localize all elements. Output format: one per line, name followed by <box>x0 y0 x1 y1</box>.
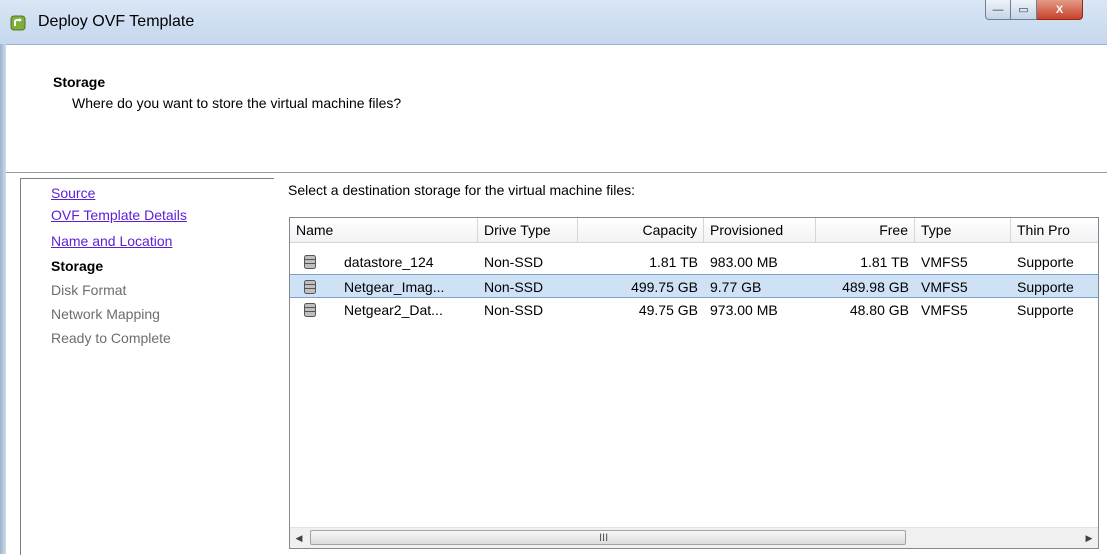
column-header-name[interactable]: Name <box>290 218 478 242</box>
table-header: Name Drive Type Capacity Provisioned Fre… <box>290 218 1098 243</box>
scroll-left-button[interactable]: ◀ <box>290 528 308 548</box>
horizontal-scrollbar[interactable]: ◀ III ▶ <box>290 527 1098 548</box>
scroll-right-button[interactable]: ▶ <box>1080 528 1098 548</box>
cell-drive-type: Non-SSD <box>484 302 544 318</box>
cell-thin-provisioning: Supporte <box>1017 279 1074 295</box>
database-icon <box>304 303 316 317</box>
cell-capacity: 499.75 GB <box>631 279 698 295</box>
scroll-left-icon: ◀ <box>295 532 303 543</box>
cell-name: datastore_124 <box>344 254 434 270</box>
page-title: Storage <box>53 74 106 90</box>
cell-name: Netgear2_Dat... <box>344 302 443 318</box>
cell-provisioned: 9.77 GB <box>710 279 762 295</box>
cell-free: 489.98 GB <box>842 279 909 295</box>
table-row[interactable]: Netgear2_Dat... Non-SSD 49.75 GB 973.00 … <box>290 298 1098 322</box>
table-row[interactable]: datastore_124 Non-SSD 1.81 TB 983.00 MB … <box>290 250 1098 274</box>
nav-step-disk-format: Disk Format <box>51 282 127 298</box>
table-row-selected[interactable]: Netgear_Imag... Non-SSD 499.75 GB 9.77 G… <box>290 274 1098 298</box>
cell-capacity: 1.81 TB <box>649 254 698 270</box>
maximize-icon: ▭ <box>1018 4 1029 16</box>
cell-type: VMFS5 <box>921 302 968 318</box>
scroll-thumb[interactable]: III <box>310 530 906 545</box>
minimize-icon: — <box>992 3 1004 16</box>
ovf-app-icon <box>10 15 26 31</box>
page-subtitle: Where do you want to store the virtual m… <box>72 95 402 111</box>
cell-free: 1.81 TB <box>860 254 909 270</box>
maximize-button[interactable]: ▭ <box>1011 0 1037 20</box>
column-header-drive-type[interactable]: Drive Type <box>478 218 578 242</box>
cell-provisioned: 983.00 MB <box>710 254 778 270</box>
cell-capacity: 49.75 GB <box>638 302 698 318</box>
wizard-header: Storage Where do you want to store the v… <box>6 45 1107 173</box>
cell-free: 48.80 GB <box>849 302 909 318</box>
window-controls: — ▭ X <box>985 0 1083 22</box>
column-header-type[interactable]: Type <box>915 218 1011 242</box>
title-bar: Deploy OVF Template — ▭ X <box>0 0 1107 45</box>
nav-step-name-and-location[interactable]: Name and Location <box>51 233 172 249</box>
column-header-thin-provisioning[interactable]: Thin Pro <box>1011 218 1098 242</box>
nav-step-storage: Storage <box>51 258 104 274</box>
cell-provisioned: 973.00 MB <box>710 302 778 318</box>
nav-step-source[interactable]: Source <box>51 185 95 201</box>
nav-step-ready-to-complete: Ready to Complete <box>51 330 171 346</box>
cell-thin-provisioning: Supporte <box>1017 254 1074 270</box>
cell-name: Netgear_Imag... <box>344 279 445 295</box>
database-icon <box>304 280 316 294</box>
cell-type: VMFS5 <box>921 279 968 295</box>
column-header-free[interactable]: Free <box>816 218 915 242</box>
wizard-steps-pane: Source OVF Template Details Name and Loc… <box>20 178 274 555</box>
close-button[interactable]: X <box>1037 0 1083 20</box>
datastore-table[interactable]: Name Drive Type Capacity Provisioned Fre… <box>289 217 1099 549</box>
minimize-button[interactable]: — <box>985 0 1011 20</box>
cell-drive-type: Non-SSD <box>484 254 544 270</box>
nav-step-ovf-template-details[interactable]: OVF Template Details <box>51 207 187 223</box>
column-header-capacity[interactable]: Capacity <box>578 218 704 242</box>
cell-type: VMFS5 <box>921 254 968 270</box>
scroll-right-icon: ▶ <box>1085 532 1093 543</box>
cell-thin-provisioning: Supporte <box>1017 302 1074 318</box>
column-header-provisioned[interactable]: Provisioned <box>704 218 816 242</box>
window-title: Deploy OVF Template <box>38 13 195 30</box>
grip-icon: III <box>599 532 609 544</box>
nav-step-network-mapping: Network Mapping <box>51 306 160 322</box>
close-icon: X <box>1055 3 1064 16</box>
cell-drive-type: Non-SSD <box>484 279 544 295</box>
storage-prompt: Select a destination storage for the vir… <box>288 182 636 198</box>
database-icon <box>304 255 316 269</box>
